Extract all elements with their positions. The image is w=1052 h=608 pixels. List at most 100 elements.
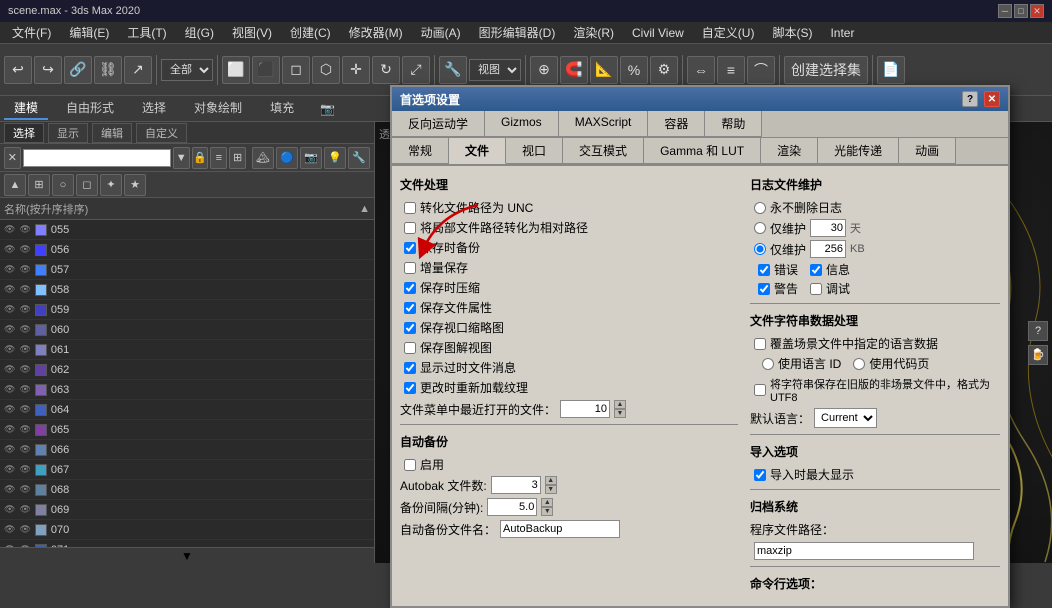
select-all-dropdown[interactable]: 全部	[161, 59, 213, 81]
radio-kb-input[interactable]	[754, 243, 766, 255]
explorer-tab-select[interactable]: 选择	[4, 123, 44, 143]
box-icon[interactable]: ◻	[76, 174, 98, 196]
tab-gamma[interactable]: Gamma 和 LUT	[644, 138, 761, 164]
explorer-tab-edit[interactable]: 编辑	[92, 123, 132, 143]
icon-1[interactable]: 🏔	[252, 147, 274, 169]
maximize-button[interactable]: □	[1014, 4, 1028, 18]
tab-ik[interactable]: 反向运动学	[392, 111, 485, 137]
cb-info-input[interactable]	[810, 264, 822, 276]
icon-4[interactable]: 💡	[324, 147, 346, 169]
spinner-up[interactable]: ▲	[541, 498, 553, 507]
layer-button[interactable]: 📄	[877, 56, 905, 84]
list-item[interactable]: 👁 👁 066	[0, 440, 374, 460]
align-button[interactable]: ≡	[717, 56, 745, 84]
days-input[interactable]	[810, 219, 846, 237]
list-item[interactable]: 👁 👁 062	[0, 360, 374, 380]
menu-group[interactable]: 组(G)	[177, 22, 222, 43]
menu-render[interactable]: 渲染(R)	[565, 22, 622, 43]
list-item[interactable]: 👁 👁 064	[0, 400, 374, 420]
list-item[interactable]: 👁 👁 069	[0, 500, 374, 520]
dialog-close-button[interactable]: ✕	[984, 91, 1000, 107]
expand-button[interactable]: ⊞	[229, 147, 246, 169]
cb-warning-input[interactable]	[758, 283, 770, 295]
menu-create[interactable]: 创建(C)	[282, 22, 339, 43]
angle-snap-button[interactable]: 📐	[590, 56, 618, 84]
scroll-up-arrow[interactable]: ▲	[359, 203, 370, 215]
radio-lang-id-input[interactable]	[762, 358, 774, 370]
tab-freeform[interactable]: 自由形式	[56, 97, 124, 120]
unlink-button[interactable]: ⛓	[94, 56, 122, 84]
tab-file[interactable]: 文件	[449, 138, 506, 164]
tab-viewport[interactable]: 视口	[506, 138, 563, 164]
select-paint-button[interactable]: ⬡	[312, 56, 340, 84]
cb-incremental-input[interactable]	[404, 262, 416, 274]
autobak-name-input[interactable]	[500, 520, 620, 538]
menu-file[interactable]: 文件(F)	[4, 22, 59, 43]
list-item[interactable]: 👁 👁 067	[0, 460, 374, 480]
menu-animation[interactable]: 动画(A)	[413, 22, 469, 43]
radio-days-input[interactable]	[754, 222, 766, 234]
select-rect-button[interactable]: ⬜	[222, 56, 250, 84]
tab-gizmos[interactable]: Gizmos	[485, 111, 559, 137]
icon-3[interactable]: 📷	[300, 147, 322, 169]
tab-general[interactable]: 常规	[392, 138, 449, 164]
default-lang-select[interactable]: Current	[814, 408, 877, 428]
cb-reload-input[interactable]	[404, 382, 416, 394]
link-button[interactable]: 🔗	[64, 56, 92, 84]
list-item[interactable]: 👁 👁 056	[0, 240, 374, 260]
search-clear-button[interactable]: ✕	[4, 147, 21, 169]
helper-icon[interactable]: ✦	[100, 174, 122, 196]
kb-input[interactable]	[810, 240, 846, 258]
rotate-button[interactable]: ↻	[372, 56, 400, 84]
curve-button[interactable]: ⌒	[747, 56, 775, 84]
spinner-down[interactable]: ▼	[541, 507, 553, 516]
list-item[interactable]: 👁 👁 058	[0, 280, 374, 300]
scroll-down-button[interactable]: ▼	[0, 547, 374, 563]
list-item[interactable]: 👁 👁 065	[0, 420, 374, 440]
cb-obsolete-input[interactable]	[404, 362, 416, 374]
recent-files-input[interactable]	[560, 400, 610, 418]
list-item[interactable]: 👁 👁 071	[0, 540, 374, 547]
redo-button[interactable]: ↪	[34, 56, 62, 84]
list-item[interactable]: 👁 👁 061	[0, 340, 374, 360]
explorer-tab-display[interactable]: 显示	[48, 123, 88, 143]
cb-error-input[interactable]	[758, 264, 770, 276]
spinner-up[interactable]: ▲	[614, 400, 626, 409]
select-region-button[interactable]: ⬛	[252, 56, 280, 84]
scale-button[interactable]: ⤢	[402, 56, 430, 84]
cb-compress-input[interactable]	[404, 282, 416, 294]
menu-civil-view[interactable]: Civil View	[624, 24, 692, 42]
cb-utf8-input[interactable]	[754, 384, 766, 396]
cb-autobak-input[interactable]	[404, 459, 416, 471]
cb-override-lang-input[interactable]	[754, 338, 766, 350]
interval-input[interactable]	[487, 498, 537, 516]
undo-button[interactable]: ↩	[4, 56, 32, 84]
list-item[interactable]: 👁 👁 063	[0, 380, 374, 400]
search-input[interactable]	[23, 149, 171, 167]
menu-graph-editor[interactable]: 图形编辑器(D)	[471, 22, 564, 43]
cb-max-display-input[interactable]	[754, 469, 766, 481]
cb-backup-input[interactable]	[404, 242, 416, 254]
menu-script[interactable]: 脚本(S)	[764, 22, 820, 43]
tab-help[interactable]: 帮助	[705, 111, 762, 137]
program-path-input[interactable]	[754, 542, 974, 560]
list-item[interactable]: 👁 👁 059	[0, 300, 374, 320]
create-selection-set-button[interactable]: 创建选择集	[784, 56, 868, 84]
lock-button[interactable]: 🔒	[192, 147, 209, 169]
pivot-button[interactable]: ⊕	[530, 56, 558, 84]
list-item[interactable]: 👁 👁 060	[0, 320, 374, 340]
move-button[interactable]: ✛	[342, 56, 370, 84]
menu-inter[interactable]: Inter	[822, 24, 862, 42]
tab-animation[interactable]: 动画	[899, 138, 956, 164]
mirror-button[interactable]: ⇔	[687, 56, 715, 84]
tab-render[interactable]: 渲染	[761, 138, 818, 164]
tab-interaction[interactable]: 交互模式	[563, 138, 644, 164]
tab-radiosity[interactable]: 光能传递	[818, 138, 899, 164]
cb-fileprops-input[interactable]	[404, 302, 416, 314]
cb-relative-input[interactable]	[404, 222, 416, 234]
menu-tools[interactable]: 工具(T)	[119, 22, 174, 43]
view-dropdown[interactable]: 视图	[469, 59, 521, 81]
menu-modifier[interactable]: 修改器(M)	[341, 22, 411, 43]
list-item[interactable]: 👁 👁 068	[0, 480, 374, 500]
dialog-help-button[interactable]: ?	[962, 91, 978, 107]
